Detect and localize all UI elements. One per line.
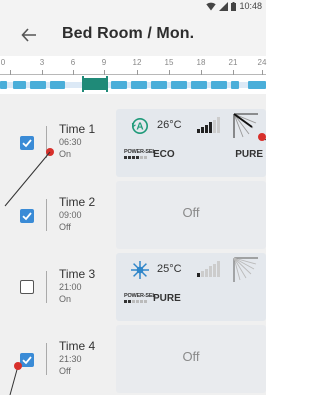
power-sel-label: POWER-SEL	[124, 149, 156, 155]
divider	[46, 343, 47, 375]
settings-card[interactable]: Off	[116, 181, 266, 249]
battery-icon	[231, 1, 237, 11]
temperature: 26°C	[157, 119, 182, 131]
hour-label: 21	[228, 58, 238, 67]
timeline-axis	[0, 74, 266, 75]
divider	[46, 199, 47, 231]
svg-text:A: A	[136, 122, 143, 133]
vane-direction-icon	[233, 257, 258, 282]
hour-label: 15	[164, 58, 174, 67]
timeline-segment	[0, 81, 7, 89]
signal-icon	[219, 1, 229, 11]
power-sel-indicator: POWER-SEL	[124, 293, 156, 303]
schedule-row-3[interactable]: Time 3 21:00 On 25°C POWER-SEL PURE	[0, 252, 266, 322]
hour-label: 24	[257, 58, 267, 67]
auto-mode-icon: A	[131, 118, 148, 134]
timeline-tick	[201, 70, 202, 75]
hour-label: 12	[132, 58, 142, 67]
temperature: 25°C	[157, 263, 182, 275]
check-icon	[22, 212, 32, 221]
time-state: On	[59, 149, 72, 159]
timeline-tick	[42, 70, 43, 75]
check-icon	[22, 139, 32, 148]
heat-mode-icon	[131, 261, 149, 279]
timeline-handle-start[interactable]	[82, 76, 84, 92]
callout-marker-checkbox	[14, 362, 22, 370]
pure-label: PURE	[235, 149, 263, 160]
page-title: Bed Room / Mon.	[62, 25, 195, 42]
enable-checkbox[interactable]	[20, 280, 34, 294]
fan-speed-icon	[197, 261, 220, 277]
back-arrow-icon[interactable]	[20, 26, 38, 44]
divider	[46, 271, 47, 303]
enable-checkbox[interactable]	[20, 353, 34, 367]
hour-label: 6	[70, 58, 76, 67]
timeline-handle-end[interactable]	[106, 76, 108, 92]
timeline-segment-active	[83, 78, 107, 90]
timeline-segment	[131, 81, 147, 89]
time-state: Off	[59, 222, 71, 232]
hour-label: 9	[101, 58, 107, 67]
time-name: Time 4	[59, 339, 96, 353]
timeline-tick	[73, 70, 74, 75]
schedule-list: Time 1 06:30 On A 26°C POWER-SEL ECO PUR…	[0, 94, 266, 395]
power-sel-label: POWER-SEL	[124, 293, 156, 299]
mode-label: PURE	[153, 293, 181, 304]
timeline-tick	[262, 70, 263, 75]
timeline-segment	[248, 81, 266, 89]
off-label: Off	[182, 205, 200, 220]
settings-card[interactable]: A 26°C POWER-SEL ECO PURE	[116, 109, 266, 177]
timeline-segment	[111, 81, 127, 89]
app-bar: Bed Room / Mon.	[0, 14, 266, 56]
status-bar: 10:48	[0, 0, 266, 14]
time-name: Time 2	[59, 195, 96, 209]
schedule-row-1[interactable]: Time 1 06:30 On A 26°C POWER-SEL ECO PUR…	[0, 108, 266, 178]
timeline-segment	[30, 81, 46, 89]
check-icon	[22, 356, 32, 365]
timeline-segment	[13, 81, 26, 89]
power-sel-indicator: POWER-SEL	[124, 149, 156, 159]
callout-marker-card	[258, 133, 266, 141]
settings-card[interactable]: 25°C POWER-SEL PURE	[116, 253, 266, 321]
clock: 10:48	[239, 1, 262, 11]
fan-speed-icon	[197, 117, 220, 133]
timeline-tick	[169, 70, 170, 75]
timeline-segment	[191, 81, 207, 89]
hour-label: 3	[39, 58, 45, 67]
time-value: 09:00	[59, 210, 82, 220]
schedule-timeline[interactable]: 0 3 6 9 12 15 18 21 24	[0, 56, 266, 94]
timeline-tick	[10, 70, 11, 75]
time-name: Time 3	[59, 267, 96, 281]
timeline-segment	[171, 81, 187, 89]
timeline-tick	[233, 70, 234, 75]
time-value: 21:30	[59, 354, 82, 364]
time-state: Off	[59, 366, 71, 376]
mode-label: ECO	[153, 149, 175, 160]
time-name: Time 1	[59, 122, 96, 136]
callout-marker-time	[46, 148, 54, 156]
enable-checkbox[interactable]	[20, 136, 34, 150]
timeline-segment	[50, 81, 65, 89]
off-label: Off	[182, 349, 200, 364]
timeline-tick	[104, 70, 105, 75]
settings-card[interactable]: Off	[116, 325, 266, 393]
schedule-row-4[interactable]: Time 4 21:30 Off Off	[0, 324, 266, 394]
timeline-segment	[151, 81, 167, 89]
timeline-segment	[231, 81, 239, 89]
time-value: 21:00	[59, 282, 82, 292]
hour-label: 18	[196, 58, 206, 67]
wifi-icon	[206, 2, 217, 10]
hour-label: 0	[0, 58, 6, 67]
timeline-tick	[137, 70, 138, 75]
time-state: On	[59, 294, 72, 304]
schedule-row-2[interactable]: Time 2 09:00 Off Off	[0, 180, 266, 250]
enable-checkbox[interactable]	[20, 209, 34, 223]
time-value: 06:30	[59, 137, 82, 147]
timeline-segment	[211, 81, 227, 89]
